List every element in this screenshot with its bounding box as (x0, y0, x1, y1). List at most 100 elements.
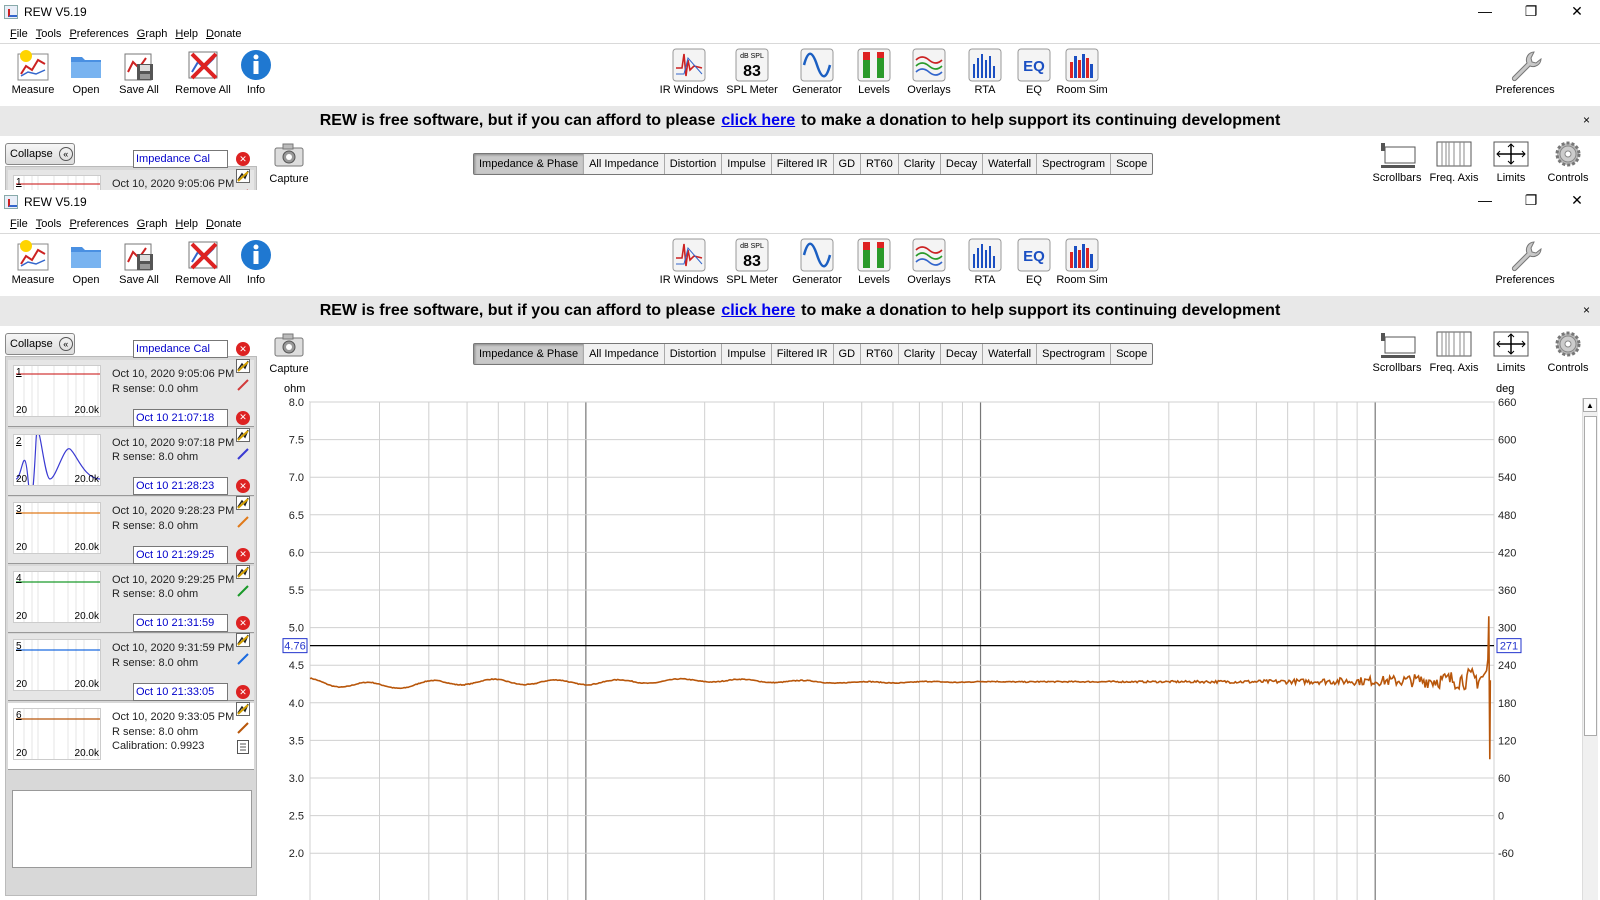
trace-color-icon[interactable] (236, 721, 250, 735)
overlays-button[interactable]: Overlays (899, 48, 959, 96)
tab-scope[interactable]: Scope (1111, 344, 1152, 364)
preferences-button[interactable]: Preferences (1495, 48, 1555, 96)
limits-button[interactable]: Limits (1483, 328, 1539, 374)
tab-gd[interactable]: GD (834, 154, 862, 174)
measurement-name-field[interactable]: Oct 10 21:29:25 (133, 545, 228, 564)
measure-button[interactable]: Measure (3, 238, 63, 286)
tab-distortion[interactable]: Distortion (665, 344, 723, 364)
tab-decay[interactable]: Decay (941, 154, 984, 174)
scroll-up-icon[interactable]: ▲ (1583, 398, 1597, 412)
trace-color-icon[interactable] (236, 378, 250, 392)
notes-icon[interactable] (236, 740, 250, 754)
tab-distortion[interactable]: Distortion (665, 154, 723, 174)
menu-preferences[interactable]: Preferences (69, 28, 128, 40)
measurement-name-field[interactable]: Impedance Cal (133, 150, 228, 168)
donate-link[interactable]: click here (721, 302, 795, 320)
room-sim-button[interactable]: Room Sim (1052, 48, 1112, 96)
menu-tools[interactable]: Tools (36, 28, 62, 40)
measurement-item[interactable]: 12020.0k Impedance Cal ✕Oct 10, 2020 9:05:… (8, 150, 254, 190)
tab-impulse[interactable]: Impulse (722, 344, 772, 364)
menu-file[interactable]: File (10, 28, 28, 40)
tab-all-impedance[interactable]: All Impedance (584, 154, 665, 174)
tab-all-impedance[interactable]: All Impedance (584, 344, 665, 364)
remove-measurement-icon[interactable]: ✕ (236, 410, 250, 425)
controls-button[interactable]: Controls (1540, 138, 1596, 184)
limits-button[interactable]: Limits (1483, 138, 1539, 184)
menu-help[interactable]: Help (175, 28, 198, 40)
tab-spectrogram[interactable]: Spectrogram (1037, 154, 1112, 174)
trace-color-icon[interactable] (236, 652, 250, 666)
menu-donate[interactable]: Donate (206, 218, 241, 230)
edit-measurement-icon[interactable] (236, 427, 250, 442)
edit-measurement-icon[interactable] (236, 633, 250, 648)
tab-gd[interactable]: GD (834, 344, 862, 364)
save-all-button[interactable]: Save All (109, 48, 169, 96)
menu-tools[interactable]: Tools (36, 218, 62, 230)
menu-help[interactable]: Help (175, 218, 198, 230)
banner-close-button[interactable]: × (1583, 303, 1590, 317)
remove-measurement-icon[interactable]: ✕ (236, 685, 250, 699)
ir-windows-button[interactable]: IR Windows (659, 238, 719, 286)
edit-measurement-icon[interactable] (236, 496, 250, 511)
tab-filtered-ir[interactable]: Filtered IR (772, 154, 834, 174)
tab-waterfall[interactable]: Waterfall (983, 154, 1038, 174)
remove-measurement-icon[interactable]: ✕ (236, 547, 250, 562)
levels-button[interactable]: Levels (844, 48, 904, 96)
close-button[interactable]: ✕ (1554, 190, 1600, 211)
tab-impedance-phase[interactable]: Impedance & Phase (474, 344, 585, 364)
measurement-name-field[interactable]: Oct 10 21:33:05 (133, 683, 228, 701)
ir-windows-button[interactable]: IR Windows (659, 48, 719, 96)
tab-scope[interactable]: Scope (1111, 154, 1152, 174)
generator-button[interactable]: Generator (787, 238, 847, 286)
measurement-name-field[interactable]: Oct 10 21:07:18 (133, 408, 228, 427)
freq-axis-button[interactable]: Freq. Axis (1426, 138, 1482, 184)
capture-button[interactable]: Capture (268, 332, 310, 375)
freq-axis-button[interactable]: Freq. Axis (1426, 328, 1482, 374)
collapse-button[interactable]: Collapse « (5, 143, 75, 165)
restore-button[interactable]: ❐ (1508, 190, 1554, 211)
tab-rt60[interactable]: RT60 (861, 154, 899, 174)
edit-measurement-icon[interactable] (236, 702, 250, 716)
menu-file[interactable]: File (10, 218, 28, 230)
tab-clarity[interactable]: Clarity (899, 154, 941, 174)
scrollbar-thumb[interactable] (1584, 416, 1597, 736)
tab-impulse[interactable]: Impulse (722, 154, 772, 174)
close-button[interactable]: ✕ (1554, 0, 1600, 22)
save-all-button[interactable]: Save All (109, 238, 169, 286)
notes-box[interactable] (12, 790, 252, 868)
controls-button[interactable]: Controls (1540, 328, 1596, 374)
open-button[interactable]: Open (56, 238, 116, 286)
tab-impedance-phase[interactable]: Impedance & Phase (474, 154, 585, 174)
measurement-name-field[interactable]: Oct 10 21:31:59 (133, 614, 228, 633)
remove-all-button[interactable]: Remove All (173, 48, 233, 96)
spl-meter-button[interactable]: dB SPL 83 SPL Meter (722, 238, 782, 286)
restore-button[interactable]: ❐ (1508, 0, 1554, 22)
scrollbars-button[interactable]: Scrollbars (1369, 328, 1425, 374)
levels-button[interactable]: Levels (844, 238, 904, 286)
measure-button[interactable]: Measure (3, 48, 63, 96)
tab-spectrogram[interactable]: Spectrogram (1037, 344, 1112, 364)
menu-graph[interactable]: Graph (137, 28, 168, 40)
generator-button[interactable]: Generator (787, 48, 847, 96)
menu-donate[interactable]: Donate (206, 28, 241, 40)
remove-measurement-icon[interactable]: ✕ (236, 152, 250, 166)
trace-color-icon[interactable] (236, 584, 250, 598)
measurement-item[interactable]: 6 20 20.0k Oct 10 21:33:05 ✕ Oct 10, 2020 9:3… (8, 683, 254, 770)
tab-rt60[interactable]: RT60 (861, 344, 899, 364)
trace-color-icon[interactable] (236, 515, 250, 529)
measurement-name-field[interactable]: Impedance Cal (133, 340, 228, 358)
banner-close-button[interactable]: × (1583, 113, 1590, 127)
menu-preferences[interactable]: Preferences (69, 218, 128, 230)
tab-filtered-ir[interactable]: Filtered IR (772, 344, 834, 364)
donate-link[interactable]: click here (721, 112, 795, 130)
capture-button[interactable]: Capture (268, 142, 310, 185)
preferences-button[interactable]: Preferences (1495, 238, 1555, 286)
overlays-button[interactable]: Overlays (899, 238, 959, 286)
vertical-scrollbar[interactable]: ▲ (1582, 398, 1598, 900)
scrollbars-button[interactable]: Scrollbars (1369, 138, 1425, 184)
tab-decay[interactable]: Decay (941, 344, 984, 364)
collapse-button[interactable]: Collapse « (5, 333, 75, 355)
info-button[interactable]: Info (226, 238, 286, 286)
tab-waterfall[interactable]: Waterfall (983, 344, 1038, 364)
edit-measurement-icon[interactable] (236, 169, 250, 183)
